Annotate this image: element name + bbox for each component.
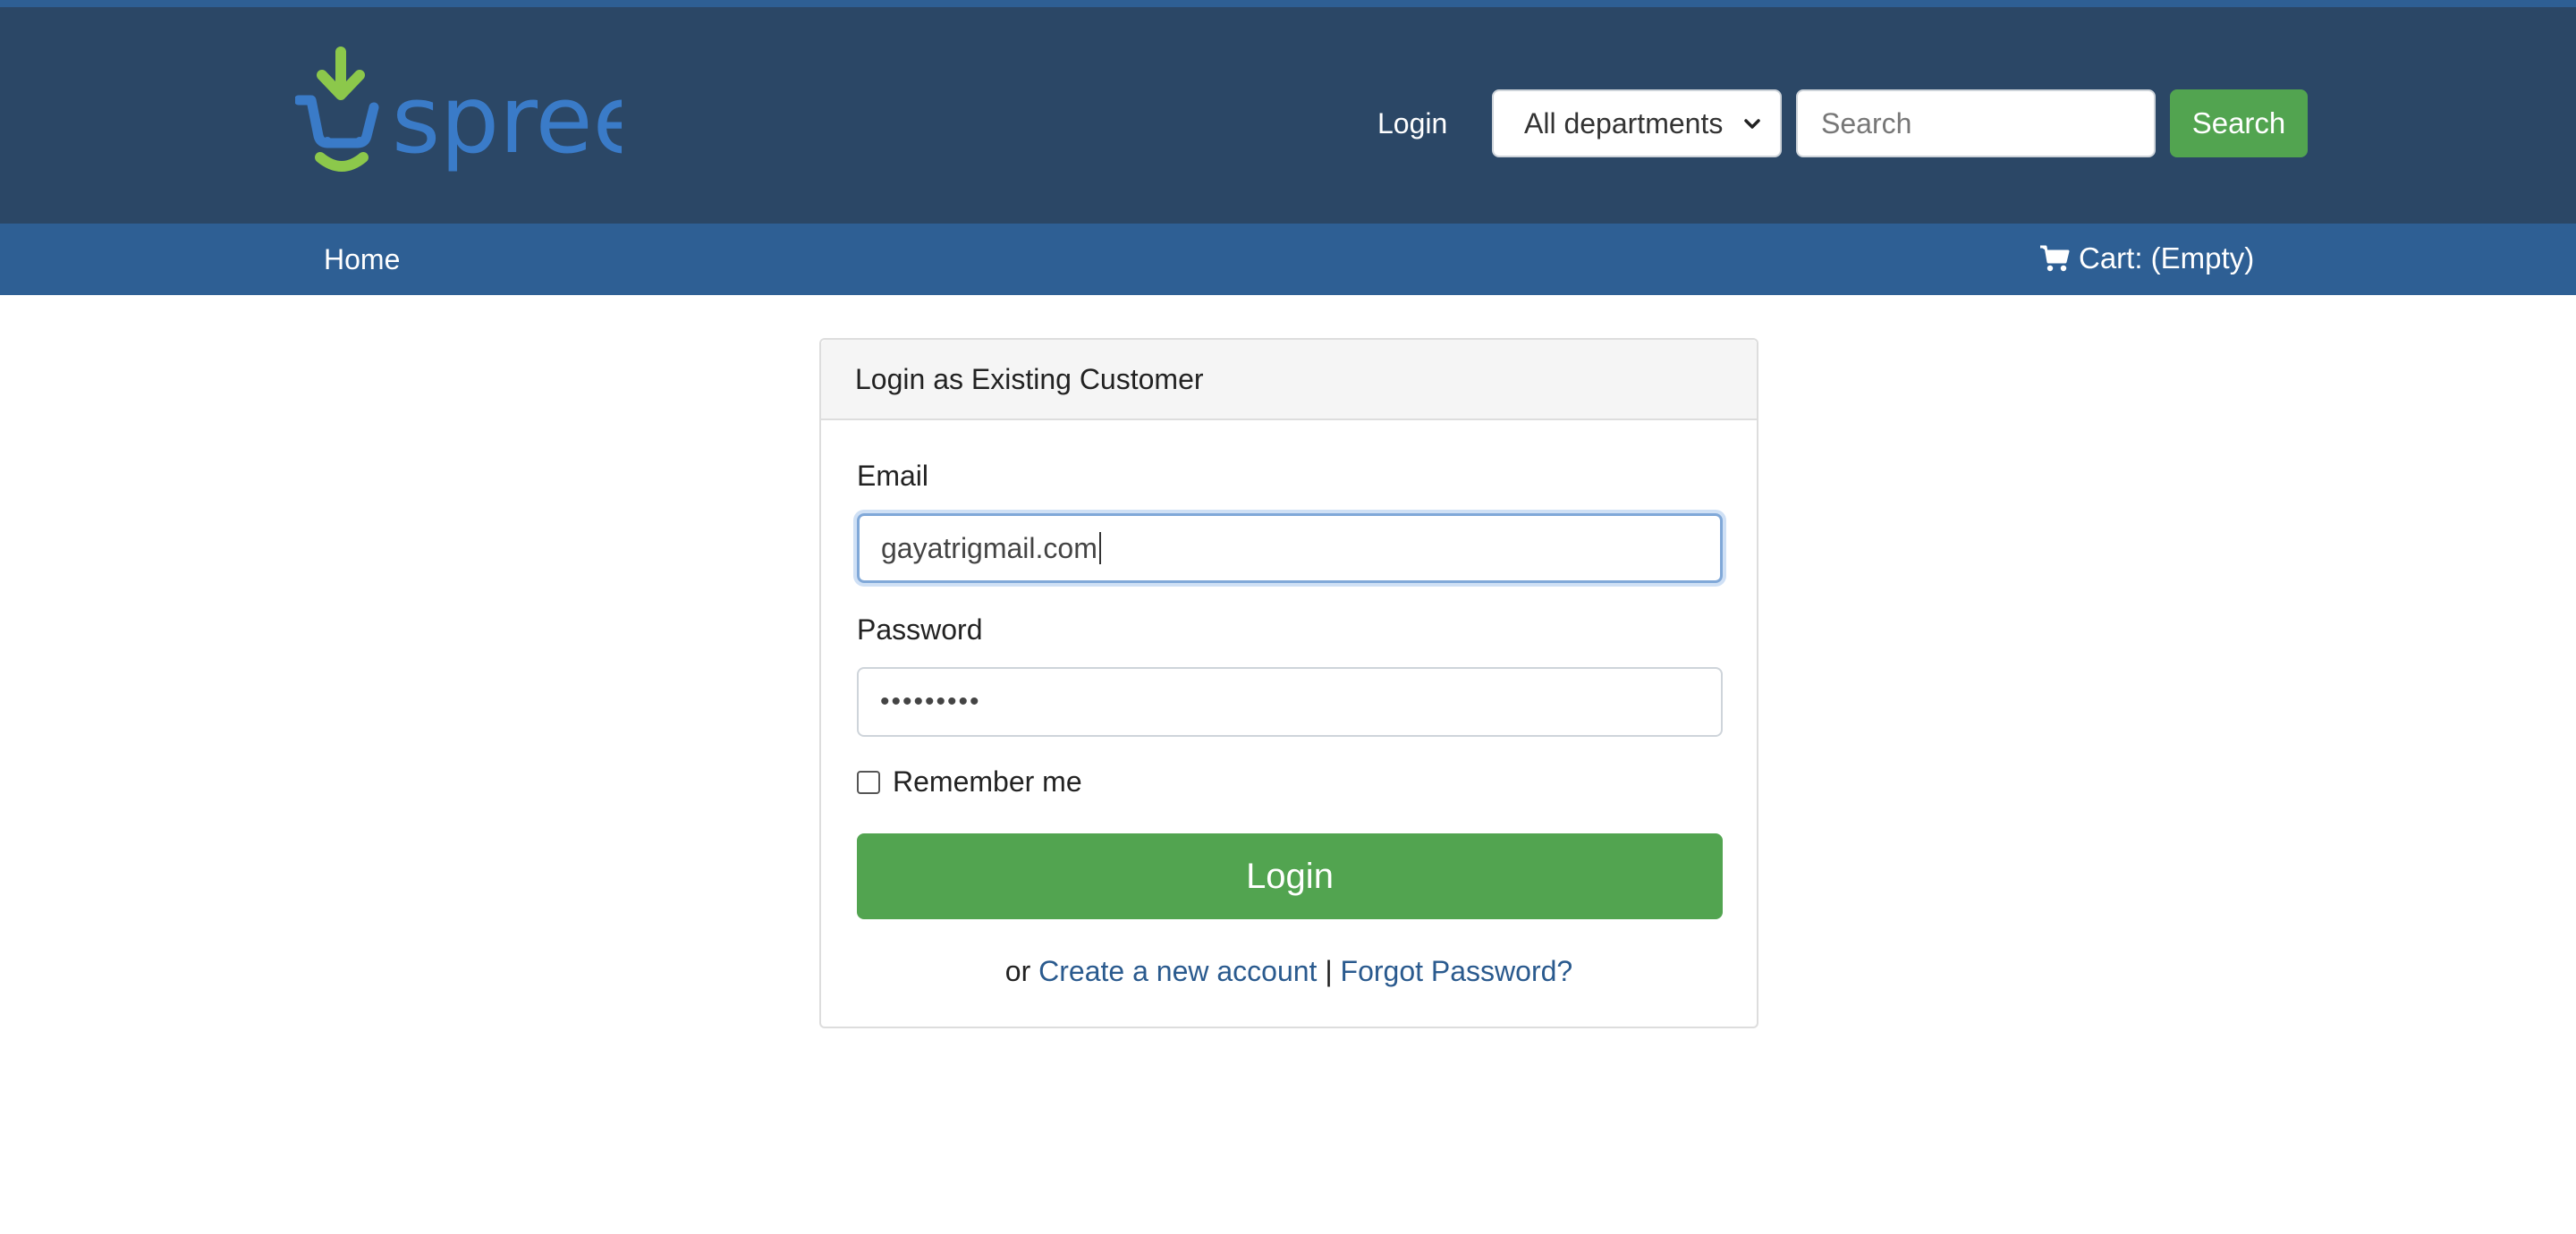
department-select[interactable]: All departments [1492, 89, 1782, 157]
create-account-link[interactable]: Create a new account [1038, 955, 1317, 987]
email-field[interactable]: gayatrigmail.com [857, 513, 1723, 583]
login-card: Login as Existing Customer Email gayatri… [819, 338, 1758, 1028]
link-separator: | [1325, 955, 1333, 987]
text-caret [1098, 532, 1101, 564]
search-input[interactable]: Search [1796, 89, 2156, 157]
forgot-password-link[interactable]: Forgot Password? [1341, 955, 1573, 987]
cart-logo-icon [295, 95, 379, 148]
cart-icon [2040, 245, 2070, 272]
login-button[interactable]: Login [857, 833, 1723, 919]
nav-home-link[interactable]: Home [324, 241, 400, 277]
remember-me-row: Remember me [857, 765, 1082, 799]
password-value: ••••••••• [880, 687, 981, 716]
top-stripe [0, 0, 2576, 7]
header-login-link[interactable]: Login [1377, 106, 1447, 141]
arrow-down-icon [317, 46, 365, 100]
department-select-value: All departments [1524, 106, 1724, 139]
remember-me-checkbox[interactable] [857, 770, 880, 794]
search-button[interactable]: Search [2170, 89, 2308, 157]
cart-label: Cart: (Empty) [2079, 241, 2255, 275]
site-header: spree Login All departments Search Searc… [0, 7, 2576, 224]
cart-link[interactable]: Cart: (Empty) [2039, 240, 2254, 277]
or-text: or [1004, 955, 1031, 987]
account-links: or Create a new account | Forgot Passwor… [821, 953, 1757, 989]
password-label: Password [857, 613, 983, 646]
password-field[interactable]: ••••••••• [857, 667, 1723, 737]
spree-logo[interactable]: spree [295, 45, 622, 179]
search-placeholder: Search [1821, 106, 1912, 139]
email-label: Email [857, 460, 929, 492]
email-value: gayatrigmail.com [881, 531, 1097, 564]
main-navbar: Home Cart: (Empty) [0, 224, 2576, 295]
chevron-down-icon [1744, 119, 1760, 129]
login-card-title: Login as Existing Customer [821, 340, 1757, 420]
svg-text:spree: spree [392, 65, 622, 174]
remember-me-label[interactable]: Remember me [893, 765, 1082, 799]
